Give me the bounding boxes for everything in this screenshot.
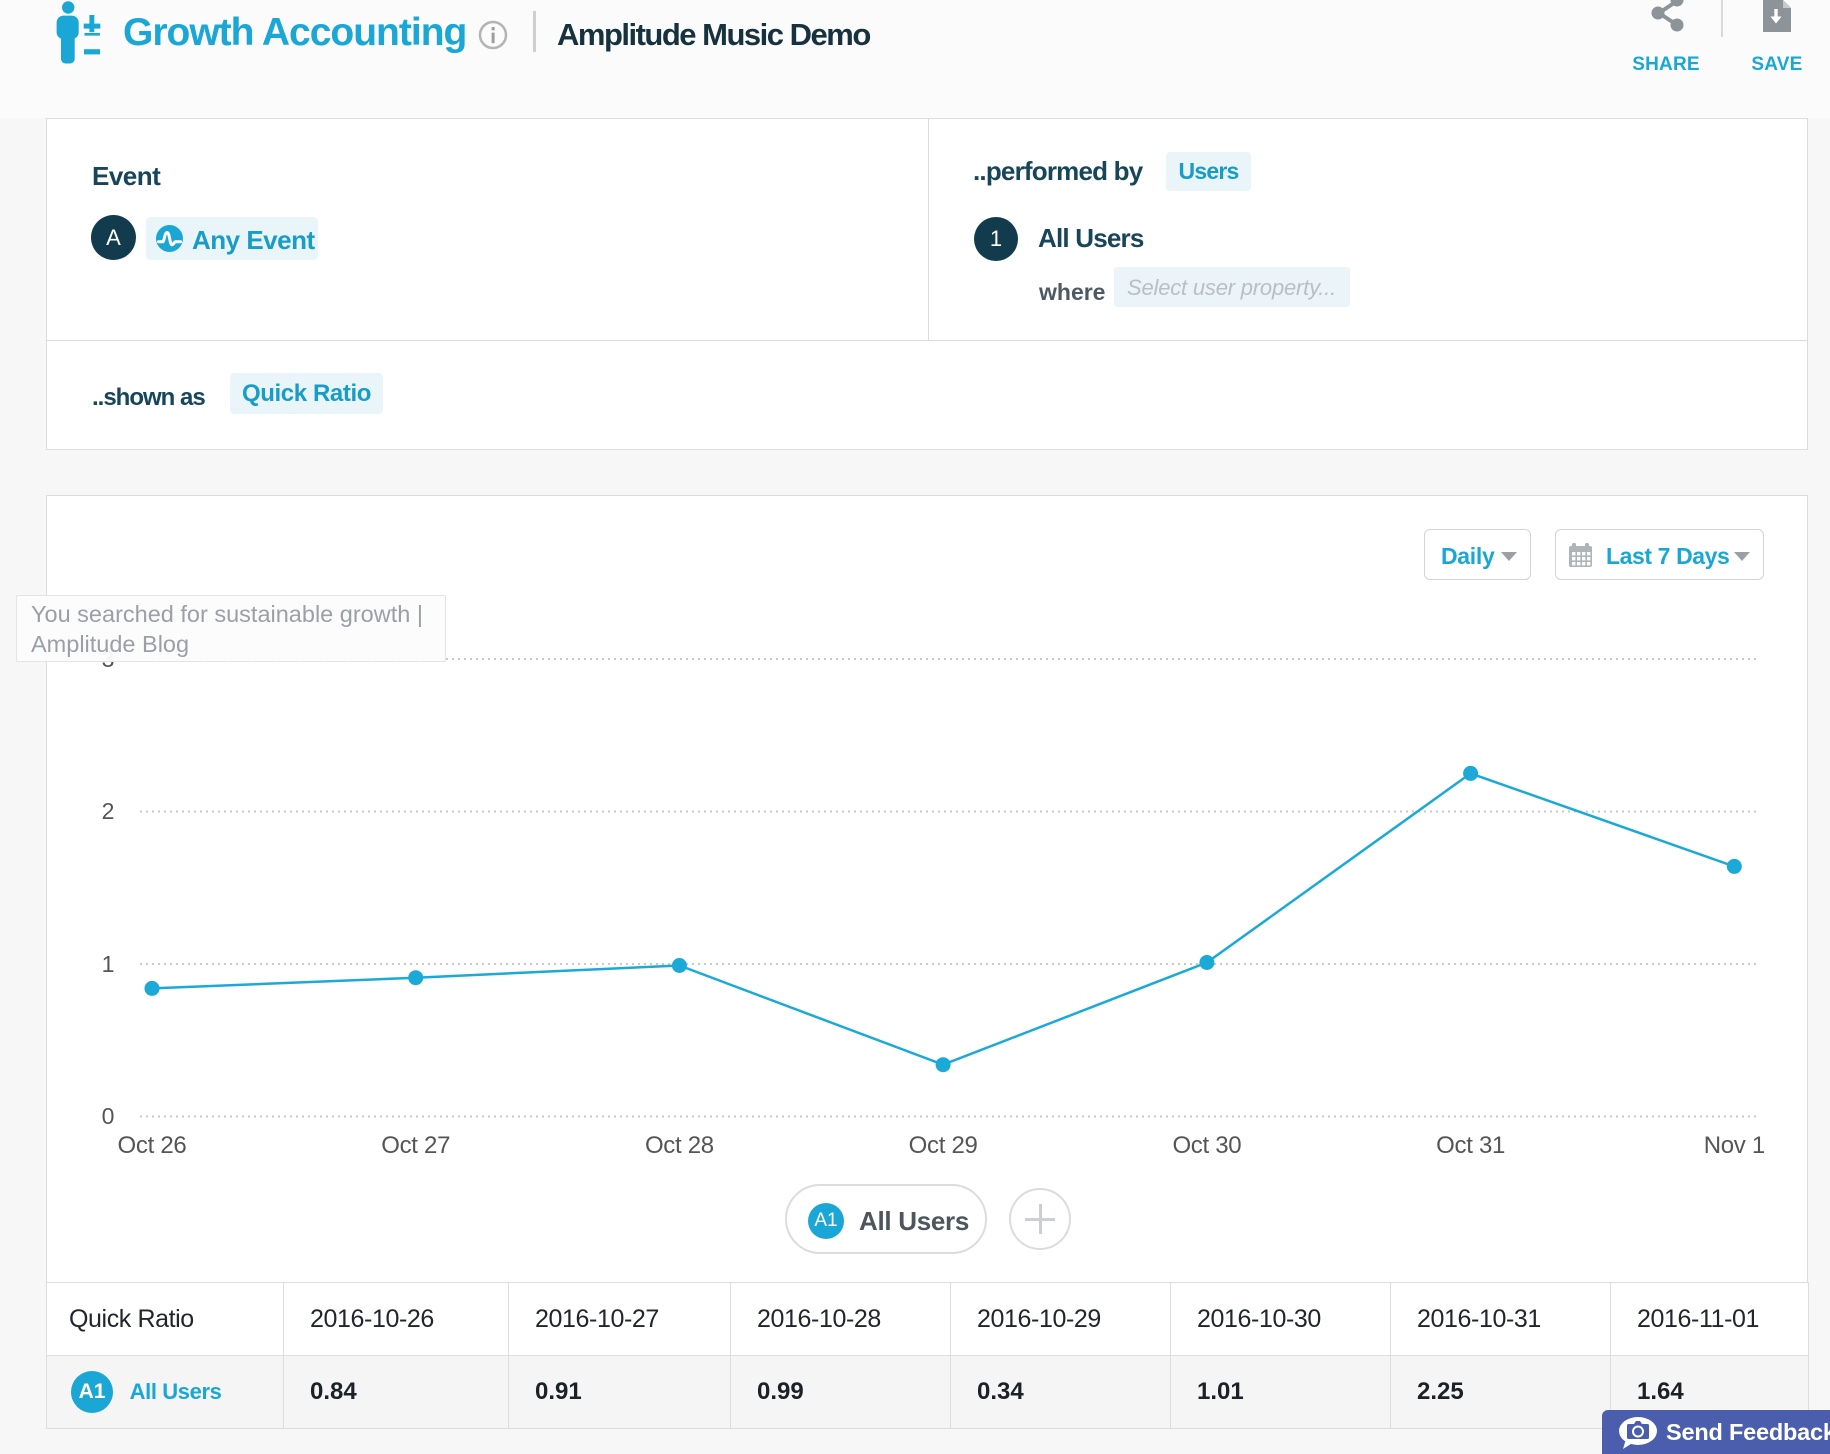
- svg-text:Nov 1: Nov 1: [1704, 1132, 1765, 1159]
- svg-text:Oct 27: Oct 27: [381, 1132, 450, 1159]
- svg-text:1: 1: [102, 951, 115, 977]
- svg-text:Oct 28: Oct 28: [645, 1132, 714, 1159]
- svg-text:Oct 29: Oct 29: [909, 1132, 978, 1159]
- svg-text:Oct 31: Oct 31: [1436, 1132, 1505, 1159]
- svg-text:Oct 26: Oct 26: [118, 1132, 187, 1159]
- svg-text:0: 0: [102, 1103, 115, 1129]
- svg-text:Oct 30: Oct 30: [1172, 1132, 1241, 1159]
- svg-text:2: 2: [102, 798, 115, 824]
